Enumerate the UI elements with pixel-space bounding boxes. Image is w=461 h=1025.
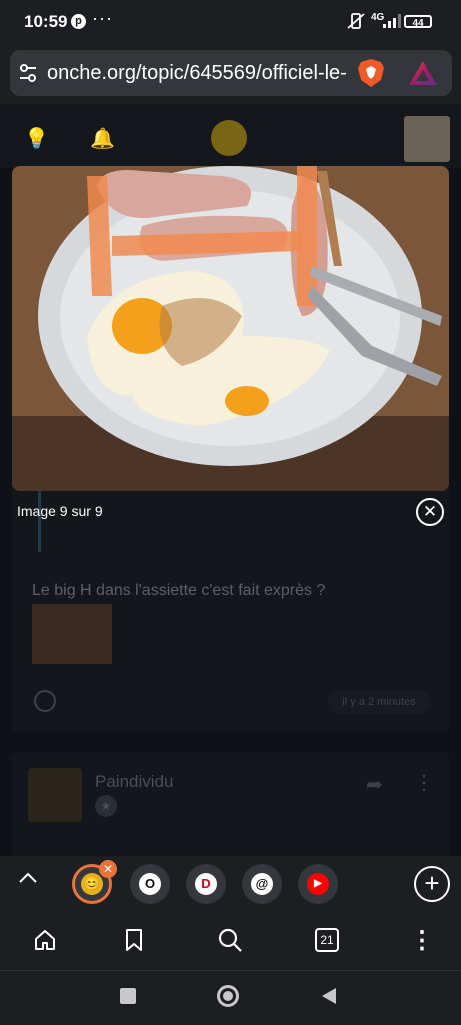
more-options-icon[interactable]: ⋮	[414, 770, 434, 795]
tab-favicon-icon: @	[251, 873, 273, 895]
url-text[interactable]: onche.org/topic/645569/officiel-le-b	[47, 62, 347, 85]
share-icon[interactable]: ➦	[366, 772, 383, 797]
tab-favicon-icon: D	[195, 873, 217, 895]
onche-favicon-icon: 😊	[81, 873, 103, 895]
close-tab-icon[interactable]: ✕	[99, 860, 117, 878]
author-badge: ★	[95, 795, 117, 817]
system-home-dot	[223, 991, 233, 1001]
vibrate-mute-icon	[347, 13, 365, 29]
notification-bell-icon[interactable]: 🔔	[90, 126, 115, 151]
author-avatar[interactable]	[28, 768, 82, 822]
tab-favicon-icon: O	[139, 873, 161, 895]
tab-3[interactable]: D	[186, 864, 226, 904]
viewer-image[interactable]	[12, 166, 449, 491]
bookmark-icon[interactable]	[123, 928, 145, 952]
search-icon[interactable]	[217, 927, 243, 953]
user-avatar[interactable]	[404, 116, 450, 162]
add-reaction-icon[interactable]	[34, 690, 56, 712]
notification-overflow-icon: ···	[92, 8, 113, 28]
recents-icon[interactable]	[120, 988, 136, 1004]
back-icon[interactable]	[320, 986, 338, 1006]
tab-5[interactable]: ▶	[298, 864, 338, 904]
image-counter: Image 9 sur 9	[17, 503, 103, 519]
site-logo-icon[interactable]	[211, 120, 247, 156]
home-icon[interactable]	[33, 928, 57, 952]
tab-2[interactable]: O	[130, 864, 170, 904]
post-text: Le big H dans l'assiette c'est fait expr…	[32, 582, 326, 599]
battery-icon: 44	[404, 15, 432, 29]
tab-4[interactable]: @	[242, 864, 282, 904]
sticker-image	[32, 604, 112, 664]
close-viewer-button[interactable]: ✕	[416, 498, 444, 526]
youtube-favicon-icon: ▶	[307, 873, 329, 895]
author-name[interactable]: Paindividu	[95, 772, 173, 792]
brave-shields-icon[interactable]	[357, 58, 385, 88]
site-settings-icon[interactable]	[18, 63, 38, 83]
overflow-menu-icon[interactable]: ⋮	[410, 926, 434, 955]
chevron-up-icon[interactable]	[17, 870, 39, 886]
status-clock: 10:59	[24, 12, 68, 31]
lightbulb-icon[interactable]: 💡	[24, 126, 49, 151]
tab-strip	[0, 856, 461, 913]
tab-count-button[interactable]: 21	[315, 928, 339, 952]
new-tab-icon[interactable]: +	[414, 866, 450, 902]
pinterest-icon: p	[71, 14, 86, 29]
brave-rewards-icon[interactable]	[408, 60, 438, 86]
signal-icon	[383, 14, 401, 28]
post-timestamp: il y a 2 minutes	[327, 690, 431, 714]
